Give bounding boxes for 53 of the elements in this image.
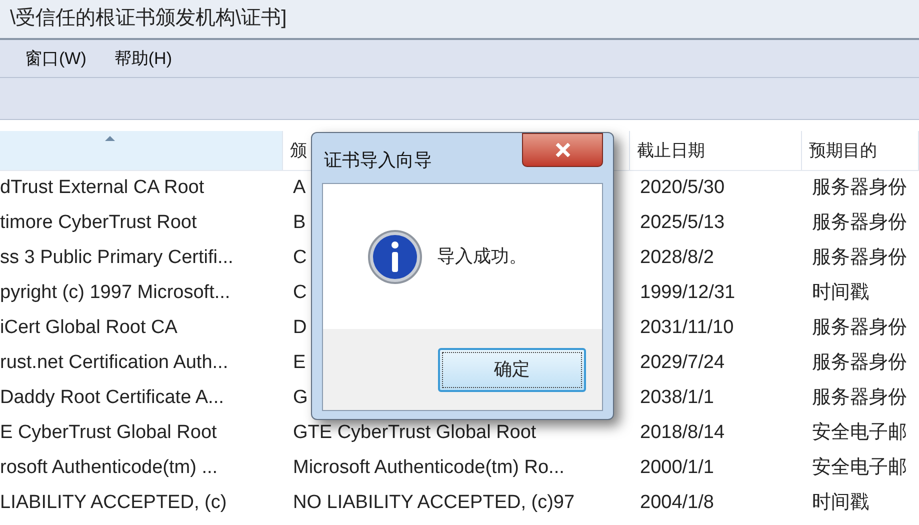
dialog-message: 导入成功。: [437, 245, 527, 268]
table-cell-text: 2018/8/14: [640, 421, 725, 446]
table-cell-text: D: [293, 316, 307, 340]
table-cell-text: Daddy Root Certificate A...: [0, 386, 224, 410]
menu-item[interactable]: 帮助(H): [114, 46, 172, 72]
close-button[interactable]: [522, 133, 603, 167]
table-cell-text: G: [293, 386, 308, 410]
table-cell-text: ss 3 Public Primary Certifi...: [0, 246, 234, 270]
table-cell-text: NO LIABILITY ACCEPTED, (c)97: [293, 491, 575, 516]
column-label: 颁: [290, 140, 307, 162]
table-cell-text: 服务器身份: [812, 351, 907, 376]
table-cell-text: B: [293, 211, 306, 236]
table-cell-text: Microsoft Authenticode(tm) Ro...: [293, 456, 564, 480]
table-cell-text: 2025/5/13: [640, 211, 725, 236]
table-cell-text: E CyberTrust Global Root: [0, 421, 217, 446]
table-cell-text: 服务器身份: [812, 211, 907, 236]
table-cell-text: 时间戳: [812, 491, 869, 516]
table-cell-text: 2028/8/2: [640, 246, 714, 270]
table-cell-text: C: [293, 281, 307, 306]
table-cell-text: 服务器身份: [812, 176, 907, 200]
column-label: 截止日期: [637, 140, 705, 162]
table-cell-text: 服务器身份: [812, 246, 907, 270]
table-cell-text: 2038/1/1: [640, 386, 714, 410]
table-cell-text: rosoft Authenticode(tm) ...: [0, 456, 218, 480]
table-cell-text: 2029/7/24: [640, 351, 725, 376]
table-cell-text: 服务器身份: [812, 386, 907, 410]
table-cell-text: 2000/1/1: [640, 456, 714, 480]
table-cell-text: 2020/5/30: [640, 176, 725, 200]
table-cell-text: rust.net Certification Auth...: [0, 351, 228, 376]
table-cell-text: A: [293, 176, 306, 200]
menu-item[interactable]: 窗口(W): [25, 46, 86, 72]
dialog-title: 证书导入向导: [324, 149, 432, 172]
table-cell-text: pyright (c) 1997 Microsoft...: [0, 281, 230, 306]
column-label: 预期目的: [809, 140, 877, 162]
ok-button[interactable]: 确定: [438, 348, 586, 392]
table-cell-text: 安全电子邮: [812, 456, 907, 480]
table-cell-text: 2004/1/8: [640, 491, 714, 516]
table-cell-text: 1999/12/31: [640, 281, 736, 306]
table-cell-text: 服务器身份: [812, 316, 907, 340]
table-cell-text: E: [293, 351, 306, 376]
table-cell-text: GTE CyberTrust Global Root: [293, 421, 536, 446]
table-cell-text: 安全电子邮: [812, 421, 907, 446]
info-icon: [367, 228, 423, 284]
table-cell-text: C: [293, 246, 307, 270]
window-title: \受信任的根证书颁发机构\证书]: [10, 8, 287, 28]
table-cell-text: 时间戳: [812, 281, 869, 306]
table-cell-text: 2031/11/10: [640, 316, 734, 340]
table-cell-text: iCert Global Root CA: [0, 316, 178, 340]
sort-up-icon: [104, 135, 116, 142]
table-cell-text: timore CyberTrust Root: [0, 211, 197, 236]
table-cell-text: LIABILITY ACCEPTED, (c): [0, 491, 227, 516]
table-cell-text: dTrust External CA Root: [0, 176, 204, 200]
close-icon: [554, 143, 570, 157]
